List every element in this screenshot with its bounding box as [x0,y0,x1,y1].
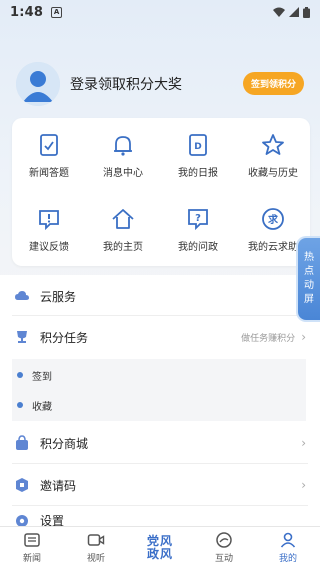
feature-grid: 新闻答题 消息中心 D 我的日报 收藏与历史 建议反馈 我的主页 ? 我的问政 … [12,118,310,266]
grid-label: 我的问政 [178,242,218,253]
grid-item-messages[interactable]: 消息中心 [86,122,160,186]
shopping-bag-icon [16,435,28,450]
home-icon [112,209,134,229]
chevron-right-icon: › [301,436,306,450]
grid-item-homepage[interactable]: 我的主页 [86,196,160,260]
checkin-points-button[interactable]: 签到领积分 [242,72,304,95]
avatar[interactable] [16,62,60,106]
notification-icon: A [51,6,63,18]
profile-header[interactable]: 登录领取积分大奖 签到领积分 [16,60,306,108]
chevron-right-icon: › [301,478,306,492]
wifi-icon [273,7,285,17]
row-label: 积分任务 [40,330,89,345]
tab-mine[interactable]: 我的 [256,527,320,568]
svg-text:?: ? [195,213,201,224]
subitem-favorite[interactable]: 收藏 [12,390,306,420]
side-tab-char: 屏 [304,294,314,305]
grid-label: 我的日报 [178,168,218,179]
row-points-mall[interactable]: 积分商城 › [0,425,320,461]
daily-report-icon: D [189,134,207,156]
bullet-icon [17,372,23,378]
side-tab-char: 动 [304,280,314,291]
status-icons [273,6,310,18]
points-task-subitems: 签到 收藏 [12,359,306,421]
grid-label: 我的主页 [103,242,143,253]
bell-icon [114,136,132,156]
row-cloud-service[interactable]: 云服务 [0,279,320,313]
chevron-right-icon: › [301,330,306,344]
divider [12,315,308,316]
grid-item-quiz[interactable]: 新闻答题 [12,122,86,186]
tab-news[interactable]: 新闻 [0,527,64,568]
row-label: 邀请码 [40,478,77,493]
divider [12,463,308,464]
tab-label: 我的 [278,554,297,564]
tab-label: 互动 [214,554,233,564]
row-label: 云服务 [40,289,77,304]
invite-icon [16,478,28,492]
cloud-icon [15,291,29,300]
grid-label: 我的云求助 [248,242,298,253]
tab-label: 视听 [86,554,105,564]
center-logo-line: 党风 [146,533,173,548]
help-request-icon: 求 [262,208,284,230]
tab-center-logo[interactable]: 党风 政风 [128,527,192,568]
row-points-task[interactable]: 积分任务 做任务赚积分 › [0,319,320,355]
row-label: 积分商城 [40,436,89,451]
tab-interact[interactable]: 互动 [192,527,256,568]
hot-screen-side-tab[interactable]: 热 点 动 屏 [298,238,320,320]
subitem-label: 收藏 [32,401,52,413]
interact-icon [216,532,232,548]
grid-item-feedback[interactable]: 建议反馈 [12,196,86,260]
grid-label: 建议反馈 [29,242,69,253]
settings-list: 云服务 积分任务 做任务赚积分 › 签到 收藏 积分商城 › 邀请码 › 设置 [0,275,320,528]
side-tab-char: 热 [304,252,314,263]
grid-item-daily-report[interactable]: D 我的日报 [161,122,235,186]
grid-label: 收藏与历史 [248,168,298,179]
quiz-icon [40,134,58,156]
battery-icon [303,6,310,18]
divider [12,505,308,506]
bottom-tab-bar: 新闻 视听 党风 政风 互动 我的 [0,526,320,568]
svg-text:求: 求 [268,213,279,226]
grid-item-inquiries[interactable]: ? 我的问政 [161,196,235,260]
center-logo: 党风 政风 [146,533,173,561]
default-avatar-icon [16,62,60,106]
profile-icon [280,532,296,548]
side-tab-char: 点 [304,266,314,277]
row-invite-code[interactable]: 邀请码 › [0,467,320,503]
login-prompt[interactable]: 登录领取积分大奖 [70,74,182,94]
video-icon [87,534,105,546]
feedback-icon [39,210,59,231]
subitem-label: 签到 [32,371,52,383]
tab-video[interactable]: 视听 [64,527,128,568]
svg-text:D: D [194,142,201,152]
news-icon [24,533,40,547]
trophy-icon [17,331,27,343]
signal-icon [289,7,299,17]
grid-label: 新闻答题 [29,168,69,179]
grid-label: 消息中心 [103,168,143,179]
status-bar: 1:48 A [0,0,320,24]
bullet-icon [17,402,23,408]
subitem-checkin[interactable]: 签到 [12,360,306,390]
row-hint: 做任务赚积分 [241,333,296,344]
tab-label: 新闻 [22,554,41,564]
center-logo-line: 政风 [146,546,173,561]
question-icon: ? [188,209,208,231]
grid-item-favorites-history[interactable]: 收藏与历史 [236,122,310,186]
star-icon [262,134,284,155]
status-time: 1:48 [10,4,44,20]
